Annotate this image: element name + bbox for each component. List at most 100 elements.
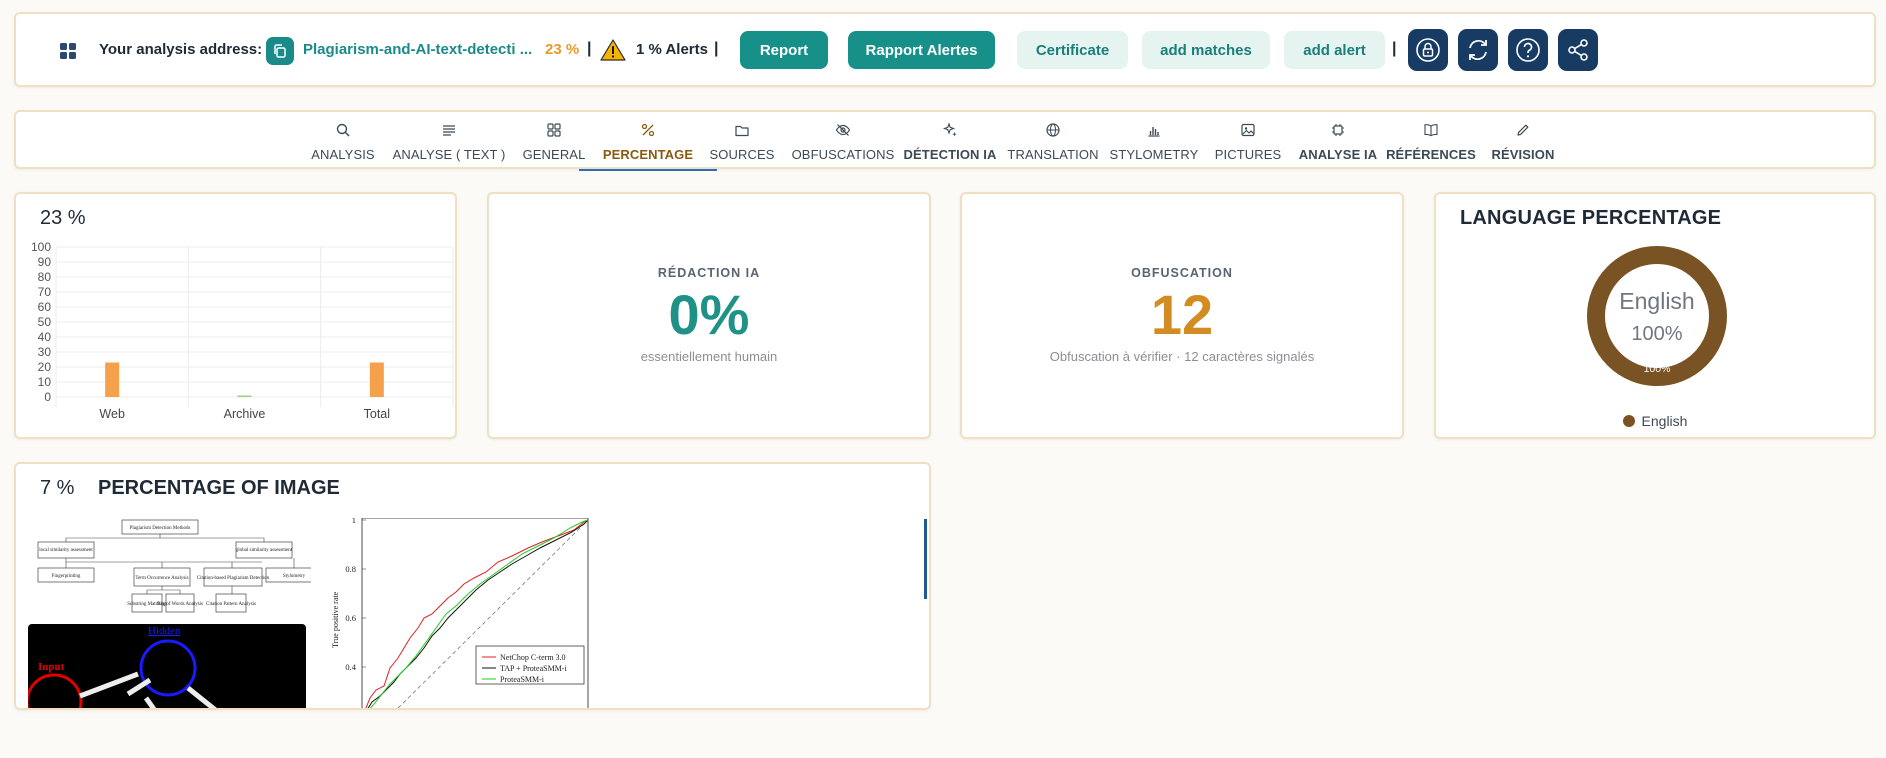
- sparkles-icon: [942, 122, 957, 137]
- diagram-fingerprinting-label: Fingerprinting: [52, 574, 81, 579]
- roc-ytick-08: 0.8: [345, 564, 356, 574]
- tab-label: PICTURES: [1214, 147, 1282, 162]
- warning-icon: [600, 39, 626, 61]
- tab-analyse-text[interactable]: ANALYSE ( TEXT ): [389, 118, 509, 168]
- chart-ytick-label: 30: [38, 345, 52, 359]
- tab-label: PERCENTAGE: [602, 147, 694, 162]
- similarity-total-percentage: 23 %: [40, 207, 86, 229]
- add-matches-button[interactable]: add matches: [1142, 31, 1270, 69]
- tab-obfuscations[interactable]: OBFUSCATIONS: [783, 118, 903, 168]
- language-percentage-card: LANGUAGE PERCENTAGE English 100% 100% En…: [1434, 192, 1876, 439]
- obfuscation-card: OBFUSCATION 12 Obfuscation à vérifier · …: [960, 192, 1404, 439]
- chip-icon: [1332, 124, 1344, 136]
- help-button[interactable]: [1508, 29, 1548, 71]
- copy-address-button[interactable]: [266, 37, 294, 65]
- roc-legend-1: NetChop C-term 3.0: [500, 653, 566, 662]
- detected-image-diagram[interactable]: Plagiarism Detection Methods local simil…: [26, 518, 311, 628]
- chart-ytick-label: 60: [38, 300, 52, 314]
- language-donut-chart: English 100% 100%: [1587, 246, 1727, 386]
- obfuscation-value: 12: [1150, 283, 1214, 346]
- detected-image-roc-chart[interactable]: 1 0.8 0.6 0.4 True positive rate NetChop…: [328, 518, 618, 710]
- diagram-bag-label: Bag of Words Analysis: [157, 602, 203, 607]
- chart-category-label: Web: [99, 407, 125, 421]
- diagram-global-label: global similarity assessment: [236, 548, 293, 553]
- legend-label: English: [1641, 413, 1688, 429]
- legend-swatch: [1622, 415, 1635, 427]
- chart-ytick-label: 20: [38, 360, 52, 374]
- tab-analysis[interactable]: ANALYSIS: [283, 118, 403, 168]
- ai-writing-value: 0%: [668, 283, 750, 346]
- donut-slice-english[interactable]: [1587, 246, 1727, 386]
- image-scrollbar[interactable]: [924, 519, 927, 599]
- chart-ytick-label: 70: [38, 285, 52, 299]
- globe-icon: [1046, 123, 1060, 137]
- share-button[interactable]: [1558, 29, 1598, 71]
- eye-off-icon: [835, 124, 851, 136]
- pencil-icon: [1517, 124, 1529, 136]
- book-icon: [1424, 124, 1438, 137]
- lines-icon: [443, 125, 455, 136]
- diagram-term-label: Term Occurrence Analysis: [135, 576, 188, 581]
- roc-ytick-1: 1: [352, 518, 356, 525]
- lock-button[interactable]: [1408, 29, 1448, 71]
- chart-ytick-label: 10: [38, 375, 52, 389]
- analysis-address-link[interactable]: Plagiarism-and-AI-text-detecti ...: [303, 41, 532, 58]
- share-icon: [1568, 39, 1588, 61]
- network-input-label: Input: [38, 661, 65, 673]
- separator: |: [1392, 40, 1397, 57]
- language-legend[interactable]: English: [1436, 413, 1874, 429]
- image-percentage-card: 7 % PERCENTAGE OF IMAGE Plagiarism Detec…: [14, 462, 931, 710]
- diagram-local-label: local similarity assessment: [39, 548, 93, 553]
- chart-ytick-label: 0: [44, 390, 51, 404]
- diagram-stylometry-label: Stylometry: [283, 574, 306, 579]
- navigation-tabs: ANALYSIS ANALYSE ( TEXT ) GENERAL PERCENTAG…: [14, 110, 1876, 171]
- chart-category-label: Total: [364, 407, 390, 421]
- tab-label: STYLOMETRY: [1109, 147, 1199, 162]
- copy-icon: [274, 44, 286, 58]
- folder-icon: [735, 125, 749, 137]
- chart-ytick-label: 80: [38, 270, 52, 284]
- lock-icon: [1416, 38, 1440, 62]
- certificate-button[interactable]: Certificate: [1017, 31, 1128, 69]
- roc-ytick-04: 0.4: [345, 662, 356, 672]
- tab-label: TRANSLATION: [1007, 147, 1099, 162]
- tab-label: RÉVISION: [1491, 147, 1555, 162]
- tab-label: GENERAL: [522, 147, 586, 162]
- tab-label: SOURCES: [709, 147, 775, 162]
- tab-label: ANALYSE ( TEXT ): [392, 147, 506, 162]
- analysis-header-bar: Your analysis address: Plagiarism-and-AI…: [14, 12, 1876, 87]
- similarity-chart-card: 23 % 0 10 20 30 40 50 60 70 80 90 100 Web Archive Tot…: [14, 192, 457, 439]
- tab-label: ANALYSIS: [311, 147, 375, 162]
- donut-center-label: English: [1619, 288, 1694, 314]
- tab-révision[interactable]: RÉVISION: [1463, 118, 1583, 168]
- chart-ytick-label: 40: [38, 330, 52, 344]
- network-hidden-label: Hidden: [148, 625, 181, 637]
- tab-détection-ia[interactable]: DÉTECTION IA: [890, 118, 1010, 168]
- diagram-citation-label: Citation-based Plagiarism Detection: [197, 576, 270, 581]
- add-alert-button[interactable]: add alert: [1284, 31, 1385, 69]
- image-icon: [1241, 123, 1255, 137]
- search-icon: [336, 123, 350, 137]
- apps-grid-icon[interactable]: [44, 27, 92, 75]
- obfuscation-subtitle: Obfuscation à vérifier · 12 caractères s…: [1049, 349, 1315, 364]
- report-button[interactable]: Report: [740, 31, 828, 69]
- bar-web[interactable]: [105, 362, 120, 398]
- similarity-percentage: 23 %: [545, 41, 580, 58]
- detected-image-network[interactable]: Hidden Input: [28, 624, 306, 710]
- bar-archive[interactable]: [237, 395, 252, 398]
- tab-label: OBFUSCATIONS: [791, 147, 895, 162]
- roc-ylabel: True positive rate: [331, 591, 340, 648]
- chart-ytick-label: 100: [31, 240, 51, 254]
- refresh-icon: [1469, 40, 1487, 60]
- chart-category-label: Archive: [224, 407, 266, 421]
- chart-ytick-label: 50: [38, 315, 52, 329]
- refresh-button[interactable]: [1458, 29, 1498, 71]
- chart-ytick-label: 90: [38, 255, 52, 269]
- alerts-percentage: 1 % Alerts: [636, 41, 708, 58]
- donut-ring-label: 100%: [1644, 363, 1671, 375]
- rapport-alertes-button[interactable]: Rapport Alertes: [848, 31, 995, 69]
- bar-total[interactable]: [369, 362, 384, 398]
- image-percentage-title: PERCENTAGE OF IMAGE: [98, 477, 340, 499]
- diagram-root-label: Plagiarism Detection Methods: [130, 526, 191, 531]
- percent-icon: [641, 123, 655, 137]
